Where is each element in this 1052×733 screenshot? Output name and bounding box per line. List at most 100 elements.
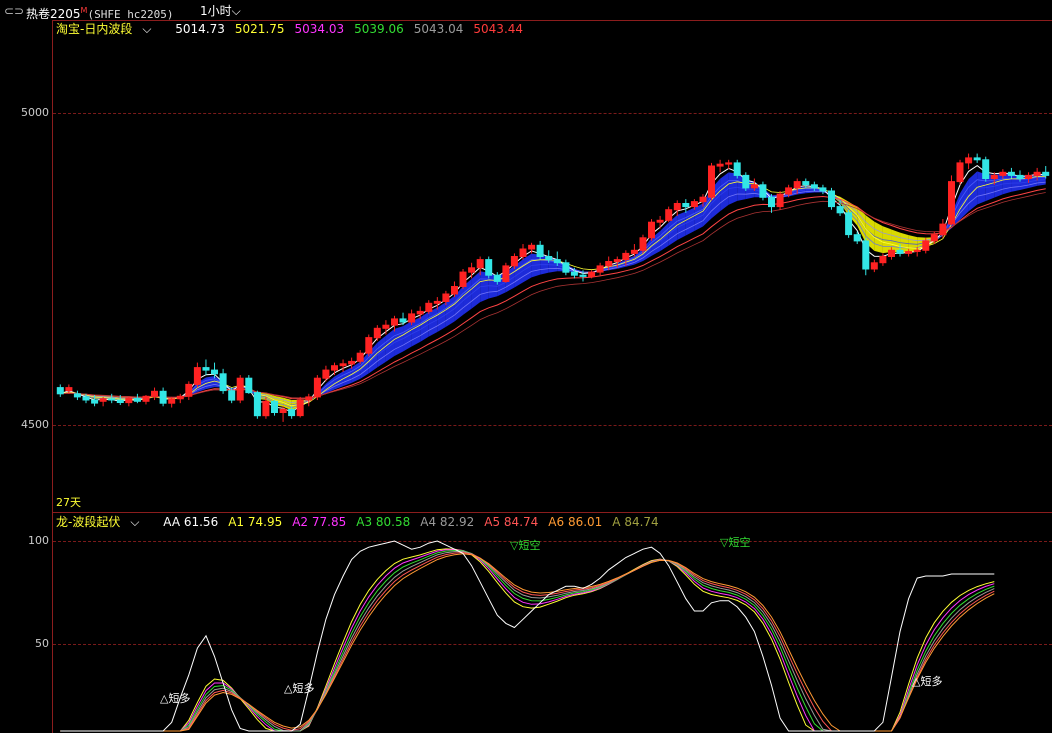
candle-body bbox=[699, 196, 707, 203]
candle-body bbox=[545, 256, 553, 261]
candle-body bbox=[733, 162, 741, 176]
signal-short-1: ▽短空 bbox=[510, 539, 541, 552]
candle-body bbox=[193, 367, 201, 385]
main-indicator-value-3: 5039.06 bbox=[354, 22, 404, 36]
sub-indicator-value-0: AA 61.56 bbox=[163, 515, 219, 529]
candle-body bbox=[802, 181, 810, 186]
main-indicator-name: 淘宝-日内波段 bbox=[56, 22, 133, 36]
candle-body bbox=[108, 398, 116, 401]
sub-indicator-values: AA 61.56 A1 74.95 A2 77.85 A3 80.58 A4 82.92… bbox=[163, 515, 668, 529]
candle-body bbox=[236, 377, 244, 401]
main-indicator-value-0: 5014.73 bbox=[175, 22, 225, 36]
candle-body bbox=[510, 256, 518, 267]
main-indicator-value-1: 5021.75 bbox=[234, 22, 285, 36]
chevron-down-icon: ⌵ bbox=[142, 22, 152, 36]
candle-body bbox=[973, 157, 981, 161]
candle-body bbox=[793, 181, 801, 189]
candle-body bbox=[648, 221, 655, 239]
candle-body bbox=[682, 203, 690, 208]
candle-body bbox=[768, 196, 775, 208]
candle-body bbox=[519, 248, 527, 257]
sub-indicator-selector[interactable]: 龙-波段起伏 ⌵ bbox=[56, 515, 149, 529]
candle-body bbox=[99, 398, 107, 402]
candle-body bbox=[125, 397, 133, 404]
main-indicator-legend: 淘宝-日内波段 ⌵ 5014.73 5021.75 5034.03 5039.06 504… bbox=[56, 21, 543, 37]
candle-body bbox=[365, 337, 373, 354]
main-indicator-value-5: 5043.44 bbox=[473, 22, 524, 36]
sub-indicator-value-7: A 84.74 bbox=[612, 515, 659, 529]
sub-indicator-value-6: A6 86.01 bbox=[548, 515, 603, 529]
candle-body bbox=[690, 201, 698, 208]
candle-body bbox=[965, 157, 973, 164]
candle-body bbox=[373, 327, 381, 339]
candle-body bbox=[133, 397, 141, 402]
signal-short-2: ▽短空 bbox=[720, 536, 751, 549]
candle-body bbox=[853, 234, 861, 242]
sub-indicator-value-1: A1 74.95 bbox=[228, 515, 283, 529]
candle-body bbox=[819, 187, 827, 192]
candle-body bbox=[870, 262, 878, 270]
candle-body bbox=[622, 252, 630, 261]
main-indicator-value-4: 5043.04 bbox=[413, 22, 464, 36]
candle-body bbox=[228, 390, 236, 401]
candle-body bbox=[742, 174, 750, 189]
candle-body bbox=[588, 271, 596, 278]
ma-line-darkred bbox=[60, 192, 1046, 399]
ribbon-inner-line bbox=[60, 179, 1046, 406]
candle-body bbox=[262, 400, 270, 417]
candle-body bbox=[142, 395, 150, 402]
candle-body bbox=[168, 398, 176, 404]
candle-body bbox=[1025, 174, 1033, 179]
candle-body bbox=[879, 256, 887, 264]
candle-body bbox=[485, 259, 493, 276]
candle-body bbox=[433, 300, 441, 304]
candle-body bbox=[91, 399, 99, 404]
candle-body bbox=[725, 162, 733, 165]
candle-body bbox=[553, 259, 561, 264]
candle-body bbox=[639, 237, 647, 251]
candle-body bbox=[211, 369, 218, 375]
candle-body bbox=[382, 324, 390, 329]
main-indicator-selector[interactable]: 淘宝-日内波段 ⌵ bbox=[56, 22, 161, 36]
candle-body bbox=[536, 244, 544, 258]
candle-body bbox=[476, 259, 484, 269]
osc-line-a3 bbox=[60, 549, 995, 732]
candle-body bbox=[630, 249, 638, 254]
candle-body bbox=[305, 396, 313, 401]
ma-line-white bbox=[60, 164, 1046, 413]
candle-body bbox=[425, 302, 433, 312]
candle-body bbox=[673, 203, 681, 211]
main-indicator-value-2: 5034.03 bbox=[294, 22, 345, 36]
candle-body bbox=[562, 262, 570, 273]
candle-body bbox=[1042, 171, 1050, 176]
signal-long-3: △短多 bbox=[912, 675, 943, 688]
candle-body bbox=[408, 313, 416, 323]
candle-body bbox=[176, 395, 184, 400]
candle-body bbox=[930, 234, 938, 242]
candle-body bbox=[905, 251, 913, 254]
sub-indicator-value-3: A3 80.58 bbox=[356, 515, 411, 529]
candle-body bbox=[296, 399, 304, 417]
candle-body bbox=[493, 274, 501, 282]
candle-body bbox=[948, 181, 955, 225]
candle-body bbox=[322, 369, 330, 379]
candle-body bbox=[828, 190, 835, 208]
chevron-down-icon: ⌵ bbox=[130, 515, 140, 529]
ribbon-inner-line bbox=[60, 176, 1046, 409]
days-label: 27天 bbox=[56, 496, 81, 509]
candle-body bbox=[570, 271, 578, 276]
candle-body bbox=[596, 265, 604, 273]
osc-line-aa bbox=[60, 540, 995, 732]
chart-canvas[interactable] bbox=[0, 0, 1052, 732]
candle-body bbox=[845, 212, 853, 236]
candle-body bbox=[502, 265, 510, 282]
candle-body bbox=[982, 159, 990, 180]
ribbon-segment bbox=[394, 326, 404, 357]
sub-indicator-value-4: A4 82.92 bbox=[420, 515, 475, 529]
candle-body bbox=[913, 249, 921, 253]
candle-body bbox=[990, 174, 998, 179]
candle-body bbox=[528, 244, 536, 250]
sub-indicator-value-5: A5 84.74 bbox=[484, 515, 539, 529]
candle-body bbox=[159, 390, 167, 404]
candle-body bbox=[416, 310, 424, 315]
